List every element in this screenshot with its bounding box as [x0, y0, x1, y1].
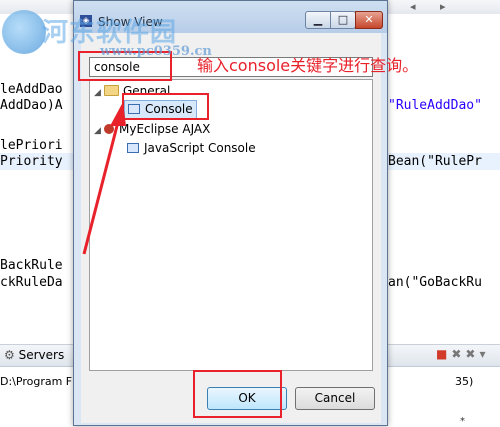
- annotation-text: 输入console关键字进行查询。: [197, 56, 419, 75]
